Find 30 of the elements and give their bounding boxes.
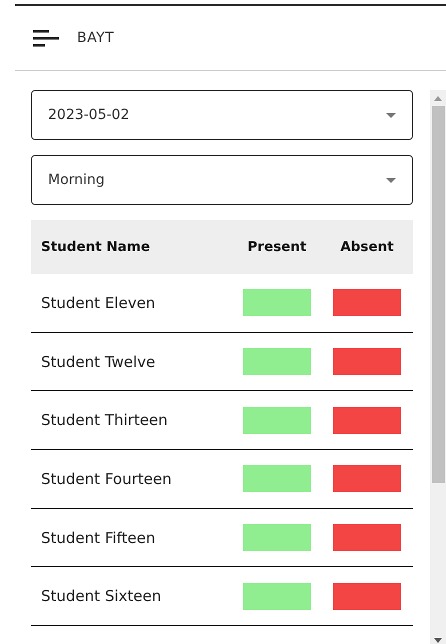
- dropdown-field[interactable]: 2023-05-02: [31, 90, 413, 140]
- scroll-up-arrow-icon[interactable]: [434, 96, 442, 101]
- scrollbar[interactable]: [430, 90, 446, 644]
- column-header: Present: [246, 239, 308, 255]
- absent-button[interactable]: [333, 406, 401, 434]
- column-header: Student Name: [40, 239, 152, 255]
- student-name: Student Fifteen: [40, 528, 156, 547]
- column-header: Absent: [339, 239, 395, 255]
- student-name: Student Thirteen: [40, 411, 169, 430]
- present-button[interactable]: [243, 406, 311, 434]
- app-title: BAYT: [77, 30, 114, 46]
- menu-icon[interactable]: [33, 30, 59, 46]
- student-name: Student Eleven: [40, 294, 156, 312]
- present-button[interactable]: [243, 465, 311, 492]
- absent-button[interactable]: [333, 289, 401, 316]
- absent-button[interactable]: [333, 348, 401, 376]
- student-name: Student Sixteen: [40, 587, 162, 606]
- present-button[interactable]: [243, 289, 311, 316]
- present-button[interactable]: [243, 524, 311, 552]
- present-button[interactable]: [243, 348, 311, 376]
- absent-button[interactable]: [333, 465, 401, 492]
- present-button[interactable]: [243, 582, 311, 610]
- caret-icon: [386, 112, 396, 118]
- scroll-down-arrow-icon[interactable]: [434, 638, 442, 643]
- absent-button[interactable]: [333, 524, 401, 552]
- dropdown-field[interactable]: Morning: [31, 155, 413, 205]
- student-name: Student Fourteen: [40, 470, 173, 488]
- absent-button[interactable]: [333, 582, 401, 610]
- caret-icon: [386, 178, 396, 182]
- student-name: Student Twelve: [40, 352, 156, 371]
